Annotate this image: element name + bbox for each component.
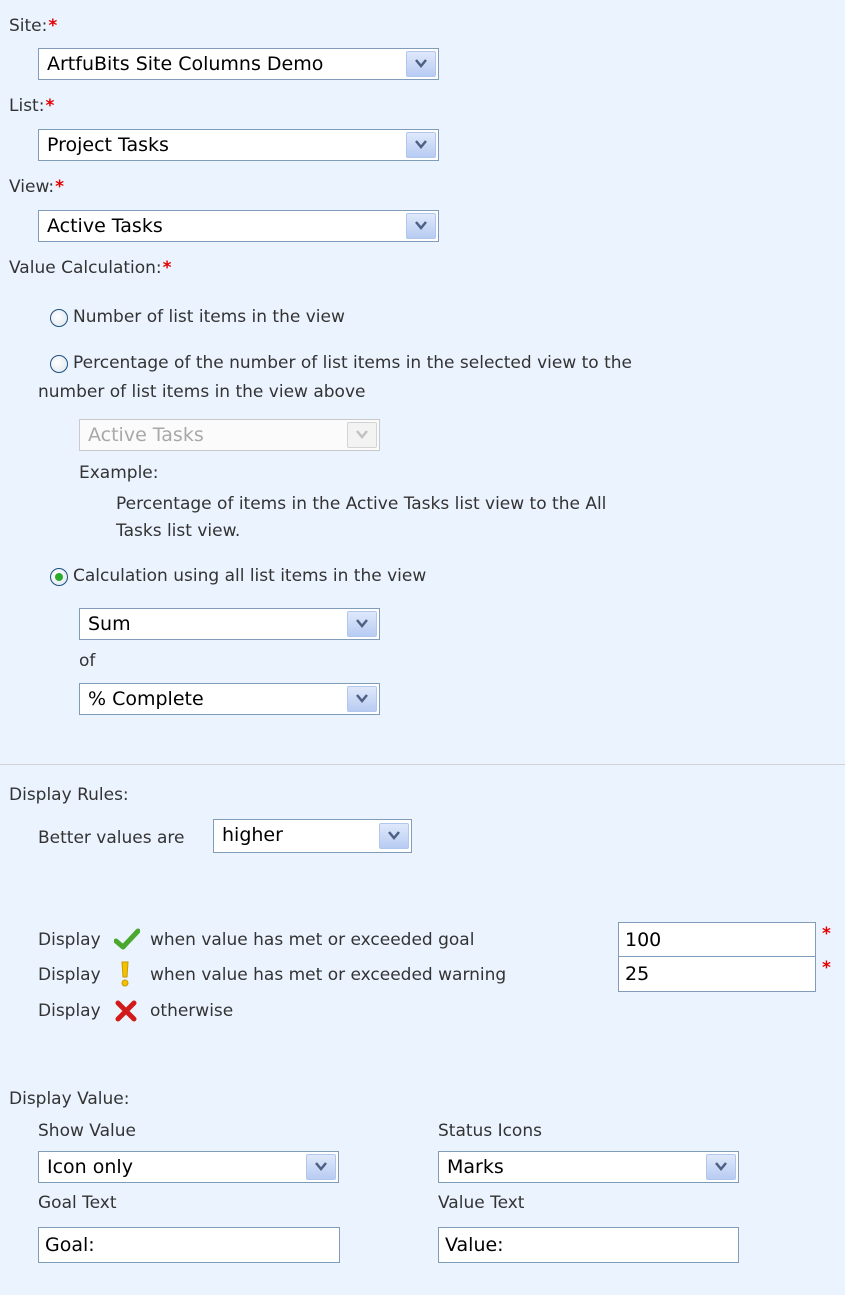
required-marker: * <box>48 16 58 36</box>
example-label: Example: <box>79 463 159 483</box>
show-value-select[interactable]: Icon only <box>38 1151 339 1183</box>
goal-display-text: when value has met or exceeded goal <box>150 930 475 950</box>
better-values-select[interactable]: higher <box>213 819 412 853</box>
required-marker: * <box>55 177 65 197</box>
view-select-value: Active Tasks <box>47 215 163 237</box>
required-marker: * <box>822 924 831 944</box>
radio-percentage[interactable] <box>50 355 68 373</box>
column-select-value: % Complete <box>88 688 204 710</box>
goal-text-value: Goal: <box>45 1234 95 1256</box>
aggregate-function-value: Sum <box>88 613 131 635</box>
radio-number-of-items[interactable] <box>50 309 68 327</box>
chevron-down-icon <box>306 1154 336 1180</box>
radio-percentage-label-line1[interactable]: Percentage of the number of list items i… <box>73 353 632 373</box>
better-values-label: Better values are <box>38 828 185 848</box>
show-value-select-value: Icon only <box>47 1156 133 1178</box>
green-check-icon <box>114 928 140 950</box>
otherwise-display-text: otherwise <box>150 1001 234 1021</box>
site-select-value: ArtfuBits Site Columns Demo <box>47 53 324 75</box>
status-icons-label: Status Icons <box>438 1121 542 1141</box>
aggregate-function-select[interactable]: Sum <box>79 608 380 640</box>
compare-view-select: Active Tasks <box>79 419 380 451</box>
chevron-down-icon <box>406 213 436 239</box>
otherwise-display-prefix: Display <box>38 1001 101 1021</box>
goal-display-prefix: Display <box>38 930 101 950</box>
chevron-down-icon <box>347 611 377 637</box>
section-divider <box>0 764 845 765</box>
list-label: List:* <box>9 96 55 116</box>
site-label: Site:* <box>9 16 58 36</box>
status-icons-select[interactable]: Marks <box>438 1151 739 1183</box>
required-marker: * <box>822 958 831 978</box>
radio-percentage-label-line2[interactable]: number of list items in the view above <box>38 382 365 402</box>
list-select-value: Project Tasks <box>47 134 169 156</box>
value-text-value: Value: <box>445 1234 504 1256</box>
value-calculation-label: Value Calculation:* <box>9 258 172 278</box>
goal-text-input[interactable]: Goal: <box>38 1227 340 1263</box>
of-label: of <box>79 651 96 671</box>
radio-calculation[interactable] <box>50 568 68 586</box>
display-rules-label: Display Rules: <box>9 785 129 805</box>
chevron-down-icon <box>347 686 377 712</box>
status-icons-select-value: Marks <box>447 1156 504 1178</box>
goal-value-text: 100 <box>625 929 662 951</box>
chevron-down-icon <box>406 51 436 77</box>
site-select[interactable]: ArtfuBits Site Columns Demo <box>38 48 439 80</box>
chevron-down-icon <box>347 422 377 448</box>
goal-text-label: Goal Text <box>38 1193 117 1213</box>
required-marker: * <box>162 258 172 278</box>
compare-view-select-value: Active Tasks <box>88 424 204 446</box>
chevron-down-icon <box>379 823 409 849</box>
warning-value-input[interactable]: 25 <box>618 956 816 992</box>
example-text-line2: Tasks list view. <box>116 521 241 541</box>
list-select[interactable]: Project Tasks <box>38 129 439 161</box>
chevron-down-icon <box>406 132 436 158</box>
radio-number-of-items-label[interactable]: Number of list items in the view <box>73 307 345 327</box>
warning-value-text: 25 <box>625 963 650 985</box>
yellow-exclamation-icon <box>121 961 129 987</box>
warning-display-text: when value has met or exceeded warning <box>150 965 507 985</box>
value-text-label: Value Text <box>438 1193 525 1213</box>
better-values-value: higher <box>222 824 283 846</box>
required-marker: * <box>45 96 55 116</box>
example-text-line1: Percentage of items in the Active Tasks … <box>116 494 607 514</box>
view-select[interactable]: Active Tasks <box>38 210 439 242</box>
view-label: View:* <box>9 177 65 197</box>
red-x-icon <box>115 1000 137 1022</box>
show-value-label: Show Value <box>38 1121 136 1141</box>
radio-calculation-label[interactable]: Calculation using all list items in the … <box>73 566 426 586</box>
warning-display-prefix: Display <box>38 965 101 985</box>
display-value-label: Display Value: <box>9 1089 130 1109</box>
goal-value-input[interactable]: 100 <box>618 922 816 958</box>
value-text-input[interactable]: Value: <box>438 1227 739 1263</box>
column-select[interactable]: % Complete <box>79 683 380 715</box>
chevron-down-icon <box>706 1154 736 1180</box>
